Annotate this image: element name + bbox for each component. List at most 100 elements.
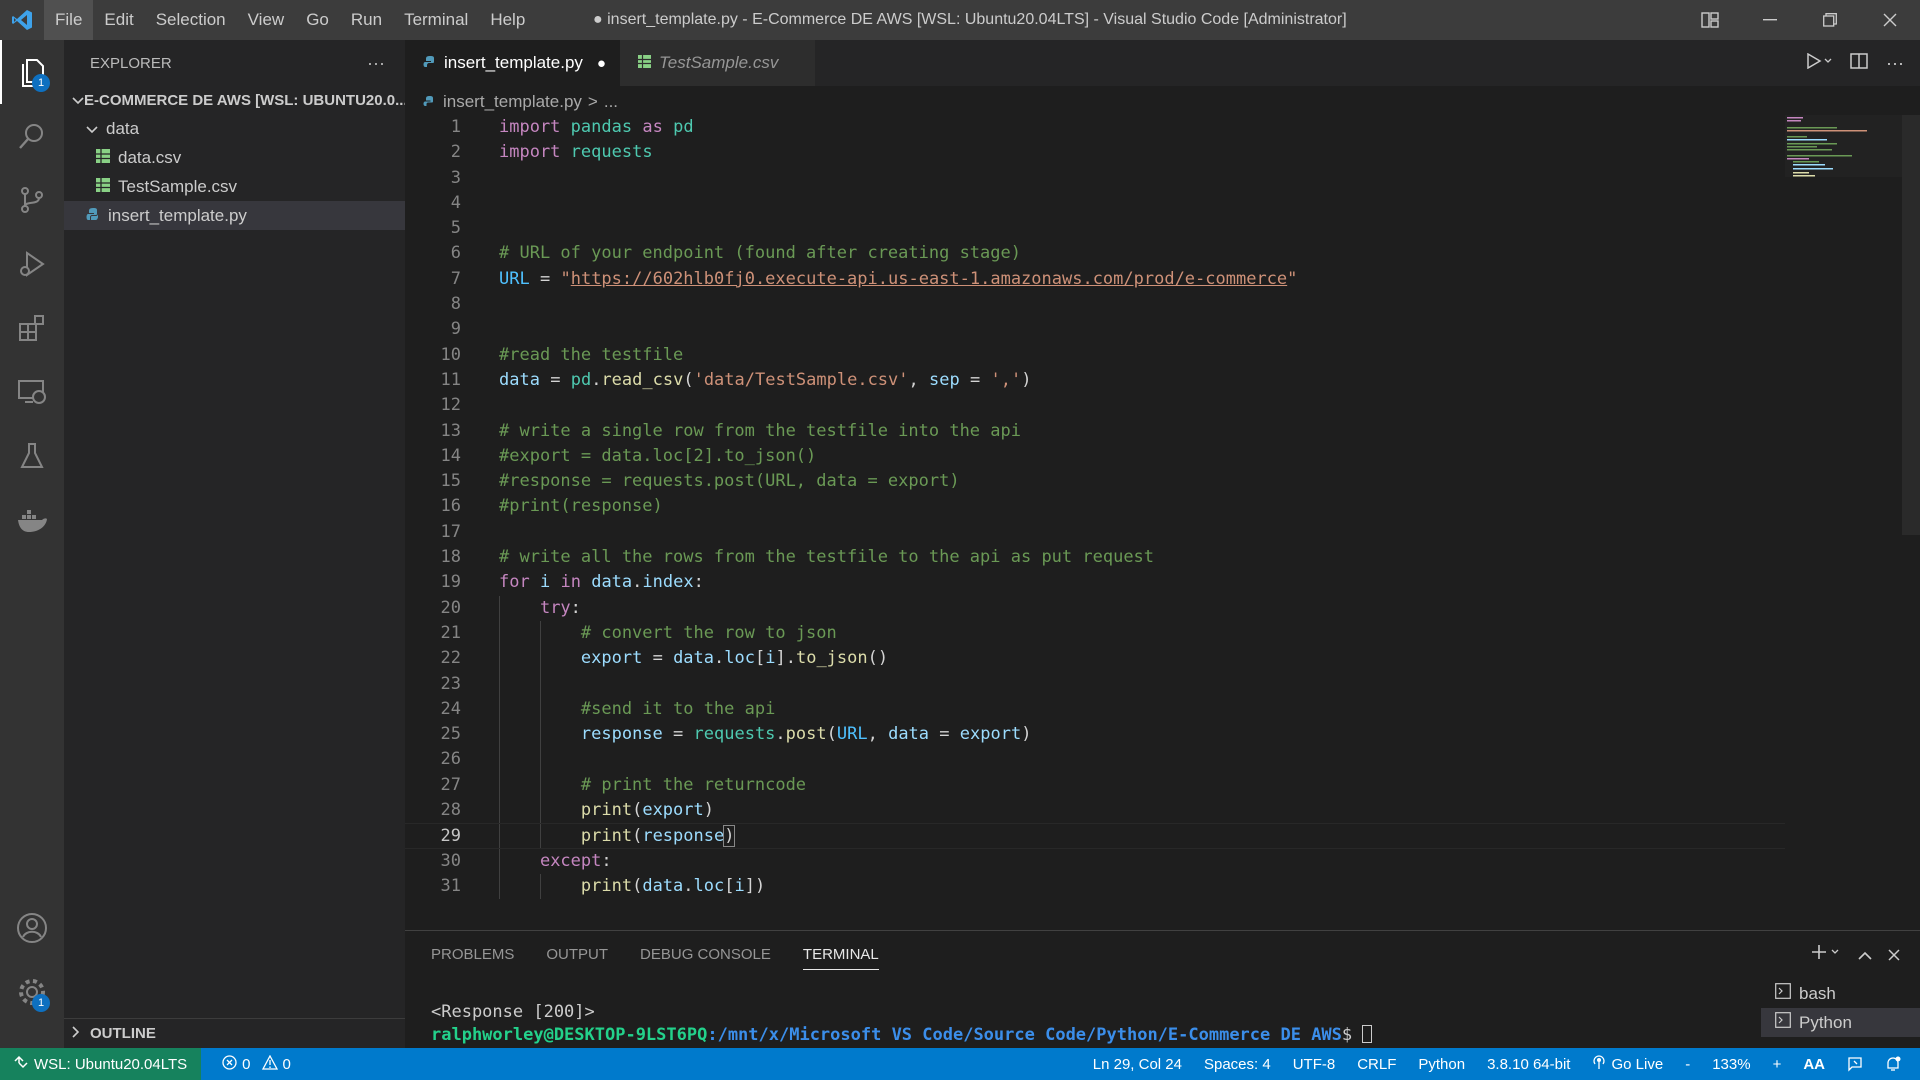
zoom-out-button[interactable]: - [1674, 1056, 1701, 1073]
breadcrumb-separator: > [587, 92, 598, 111]
terminal-item-python[interactable]: Python [1761, 1008, 1920, 1037]
split-editor-icon[interactable] [1850, 53, 1868, 73]
close-panel-icon[interactable] [1888, 945, 1900, 966]
remote-indicator[interactable]: WSL: Ubuntu20.04LTS [0, 1048, 202, 1080]
run-python-file-icon[interactable] [1806, 52, 1832, 73]
code-line: 20 try: [405, 595, 1785, 621]
menu-file[interactable]: File [44, 0, 94, 40]
folder-data[interactable]: data [64, 114, 405, 143]
remote-explorer-icon[interactable] [0, 360, 64, 424]
terminal-icon [1775, 1012, 1791, 1033]
file-testsample-csv[interactable]: TestSample.csv [64, 172, 405, 201]
tab-output[interactable]: OUTPUT [530, 931, 624, 979]
line-ending[interactable]: CRLF [1346, 1056, 1407, 1073]
terminal-item-bash[interactable]: bash [1761, 979, 1920, 1008]
minimize-icon[interactable] [1740, 0, 1800, 40]
zoom-level[interactable]: 133% [1701, 1056, 1761, 1073]
breadcrumb-more[interactable]: ... [604, 92, 618, 112]
more-actions-icon[interactable]: ··· [1886, 53, 1904, 74]
file-label: data.csv [118, 147, 182, 167]
accounts-icon[interactable] [0, 896, 64, 960]
settings-badge: 1 [32, 994, 50, 1012]
tab-insert-template-py[interactable]: insert_template.py ● [405, 40, 620, 86]
code-line: 8 [450, 294, 461, 315]
code-line: 30 except: [405, 848, 1785, 874]
window-title: ● insert_template.py - E-Commerce DE AWS… [593, 11, 1347, 28]
code-line: 5 [450, 218, 461, 239]
problems-indicator[interactable]: 0 0 [211, 1054, 302, 1074]
terminal-output[interactable]: <Response [200]> ralphworley@DESKTOP-9LS… [431, 1001, 1373, 1047]
tab-terminal[interactable]: TERMINAL [787, 931, 895, 979]
indentation[interactable]: Spaces: 4 [1193, 1056, 1282, 1073]
code-line: 19 for i in data.index: [440, 572, 704, 593]
testing-icon[interactable] [0, 424, 64, 488]
terminal-name: bash [1799, 983, 1836, 1003]
code-editor[interactable]: 1 import pandas as pd 2 import requests 3 … [405, 115, 1785, 905]
cursor-position[interactable]: Ln 29, Col 24 [1082, 1056, 1193, 1073]
menu-run[interactable]: Run [340, 0, 393, 40]
file-insert-template-py[interactable]: insert_template.py [64, 201, 405, 230]
prompt-sign: $ [1341, 1025, 1363, 1045]
explorer-title: EXPLORER [90, 54, 172, 72]
outline-section[interactable]: OUTLINE [64, 1018, 405, 1048]
zoom-in-button[interactable]: + [1762, 1056, 1793, 1073]
menu-terminal[interactable]: Terminal [393, 0, 479, 40]
code-line: 27 # print the returncode [405, 772, 1785, 799]
title-bar: File Edit Selection View Go Run Terminal… [0, 0, 1920, 40]
file-data-csv[interactable]: data.csv [64, 143, 405, 172]
feedback-icon[interactable] [1836, 1056, 1874, 1072]
chevron-down-icon [86, 119, 106, 139]
go-live-label: Go Live [1611, 1055, 1664, 1073]
chevron-right-icon [72, 1025, 90, 1042]
run-debug-icon[interactable] [0, 232, 64, 296]
python-interpreter[interactable]: 3.8.10 64-bit [1476, 1056, 1581, 1073]
more-actions-icon[interactable]: ··· [367, 53, 385, 74]
code-line: 3 [450, 167, 461, 188]
terminal-response: <Response [200]> [431, 1002, 595, 1022]
unsaved-dot-icon[interactable]: ● [597, 55, 606, 72]
menu-help[interactable]: Help [479, 0, 536, 40]
code-line: 9 [450, 319, 461, 340]
close-window-icon[interactable] [1860, 0, 1920, 40]
tab-problems[interactable]: PROBLEMS [405, 931, 530, 979]
code-line: 31 print(data.loc[i]) [405, 873, 1785, 900]
notifications-bell-icon[interactable] [1874, 1056, 1912, 1072]
menu-view[interactable]: View [237, 0, 296, 40]
docker-icon[interactable] [0, 488, 64, 552]
tab-debug-console[interactable]: DEBUG CONSOLE [624, 931, 787, 979]
restore-icon[interactable] [1800, 0, 1860, 40]
csv-file-icon [637, 53, 651, 73]
current-code-line: 29 print(response) [405, 823, 1785, 849]
vscode-logo-icon [0, 0, 44, 40]
language-mode[interactable]: Python [1407, 1056, 1476, 1073]
code-line: 10 #read the testfile [440, 344, 684, 365]
file-label: TestSample.csv [118, 176, 238, 196]
code-line: 13 # write a single row from the testfile… [440, 420, 1021, 441]
source-control-icon[interactable] [0, 168, 64, 232]
go-live-button[interactable]: Go Live [1581, 1054, 1674, 1074]
outline-label: OUTLINE [90, 1025, 156, 1042]
maximize-panel-icon[interactable] [1858, 945, 1872, 966]
menu-selection[interactable]: Selection [145, 0, 237, 40]
search-icon[interactable] [0, 104, 64, 168]
new-terminal-icon[interactable] [1812, 944, 1842, 966]
tab-testsample-csv[interactable]: TestSample.csv [619, 40, 816, 86]
settings-gear-icon[interactable]: 1 [0, 960, 64, 1024]
menu-go[interactable]: Go [295, 0, 340, 40]
extensions-icon[interactable] [0, 296, 64, 360]
encoding[interactable]: UTF-8 [1282, 1056, 1347, 1073]
code-line: 18 # write all the rows from the testfile… [440, 547, 1155, 568]
explorer-icon[interactable]: 1 [0, 40, 64, 104]
remote-label: WSL: Ubuntu20.04LTS [34, 1055, 188, 1073]
code-line: 22 export = data.loc[i].to_json() [405, 646, 1785, 672]
workspace-section[interactable]: E-COMMERCE DE AWS [WSL: UBUNTU20.0... [64, 86, 405, 114]
font-size-button[interactable]: AA [1792, 1056, 1836, 1073]
editor-scrollbar[interactable] [1902, 115, 1920, 535]
menu-edit[interactable]: Edit [93, 0, 144, 40]
breadcrumb-file[interactable]: insert_template.py [443, 92, 582, 112]
minimap[interactable] [1785, 115, 1905, 185]
editor-tabs: insert_template.py ● TestSample.csv ··· [405, 40, 1920, 86]
python-file-icon [423, 92, 435, 112]
code-line: 26 [405, 747, 1785, 773]
customize-layout-icon[interactable] [1680, 0, 1740, 40]
